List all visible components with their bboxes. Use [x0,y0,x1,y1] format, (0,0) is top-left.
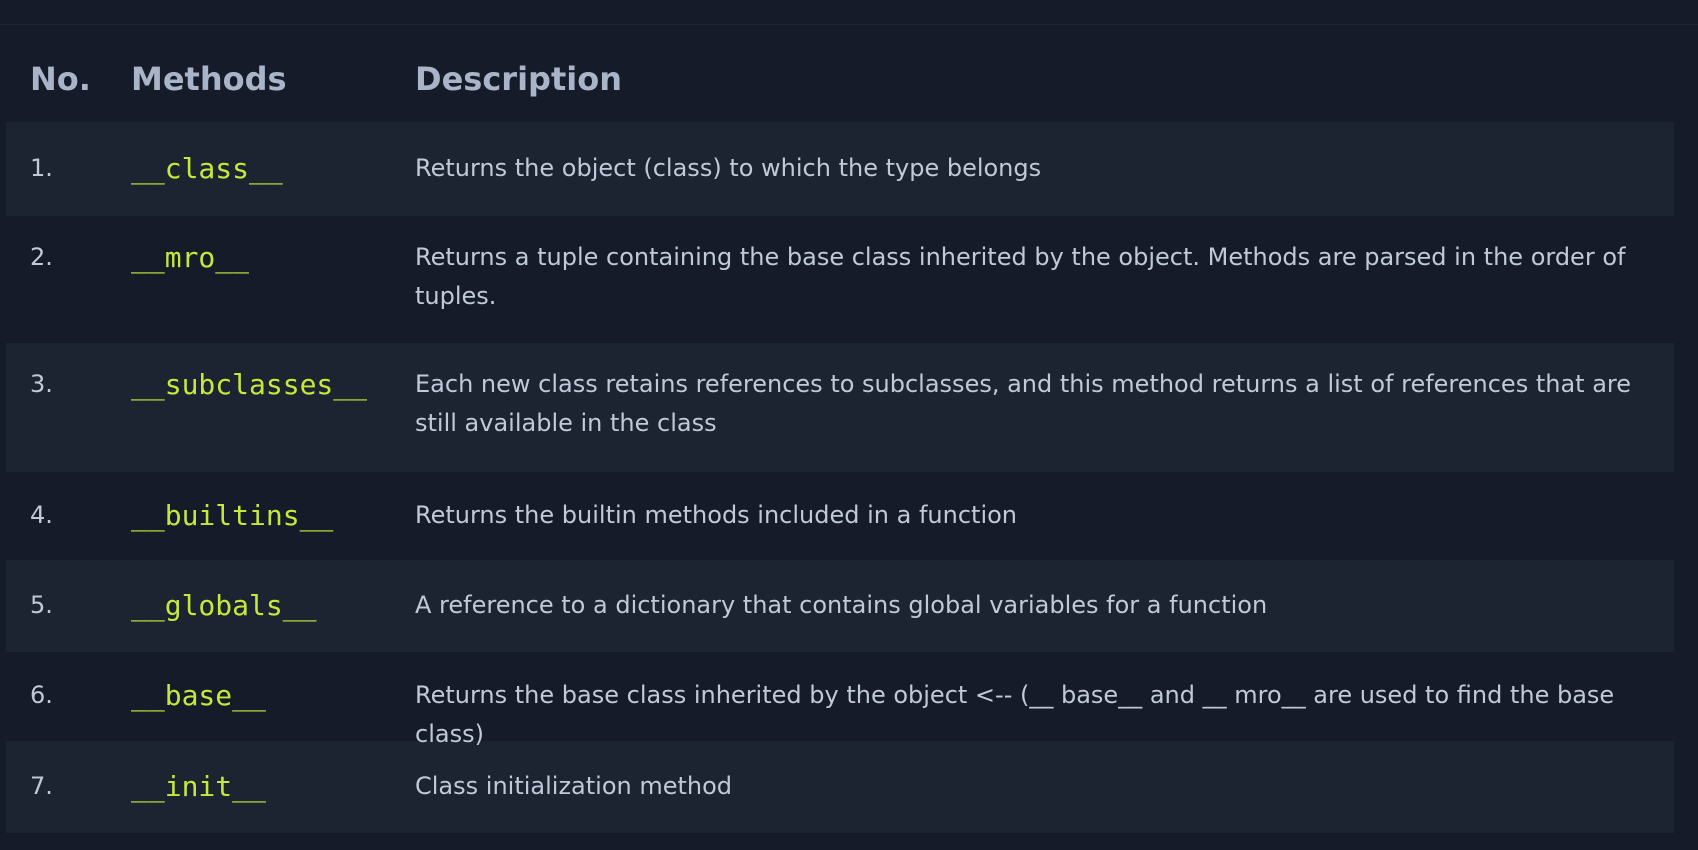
header-methods: Methods [131,59,287,98]
table-row: 1. __class__ Returns the object (class) … [6,122,1674,216]
method-description: Returns the builtin methods included in … [415,501,1018,529]
table-row: 4. __builtins__ Returns the builtin meth… [6,472,1674,560]
method-description: Returns the base class inherited by the … [415,681,1615,748]
header-description: Description [415,59,622,98]
method-name: __subclasses__ [131,368,368,401]
method-name: __init__ [131,770,266,803]
row-number: 3. [30,370,53,398]
header-no: No. [30,59,91,98]
row-number: 4. [30,501,53,529]
table-row: 3. __subclasses__ Each new class retains… [6,343,1674,472]
table-header: No. Methods Description [6,35,1674,122]
table-row: 7. __init__ Class initialization method [6,741,1674,833]
method-description: Class initialization method [415,772,733,800]
methods-table: No. Methods Description 1. __class__ Ret… [6,35,1674,833]
method-name: __globals__ [131,589,317,622]
method-name: __base__ [131,679,266,712]
method-name: __builtins__ [131,499,334,532]
top-divider [0,24,1698,25]
row-number: 1. [30,154,53,182]
row-number: 5. [30,591,53,619]
row-number: 6. [30,681,53,709]
method-name: __mro__ [131,241,250,274]
method-description: Returns the object (class) to which the … [415,154,1042,182]
table-row: 6. __base__ Returns the base class inher… [6,652,1674,748]
row-number: 7. [30,772,53,800]
method-description: Each new class retains references to sub… [415,370,1632,437]
table-row: 5. __globals__ A reference to a dictiona… [6,560,1674,652]
row-number: 2. [30,243,53,271]
method-description: Returns a tuple containing the base clas… [415,243,1626,310]
method-name: __class__ [131,152,283,185]
table-row: 2. __mro__ Returns a tuple containing th… [6,216,1674,343]
method-description: A reference to a dictionary that contain… [415,591,1268,619]
